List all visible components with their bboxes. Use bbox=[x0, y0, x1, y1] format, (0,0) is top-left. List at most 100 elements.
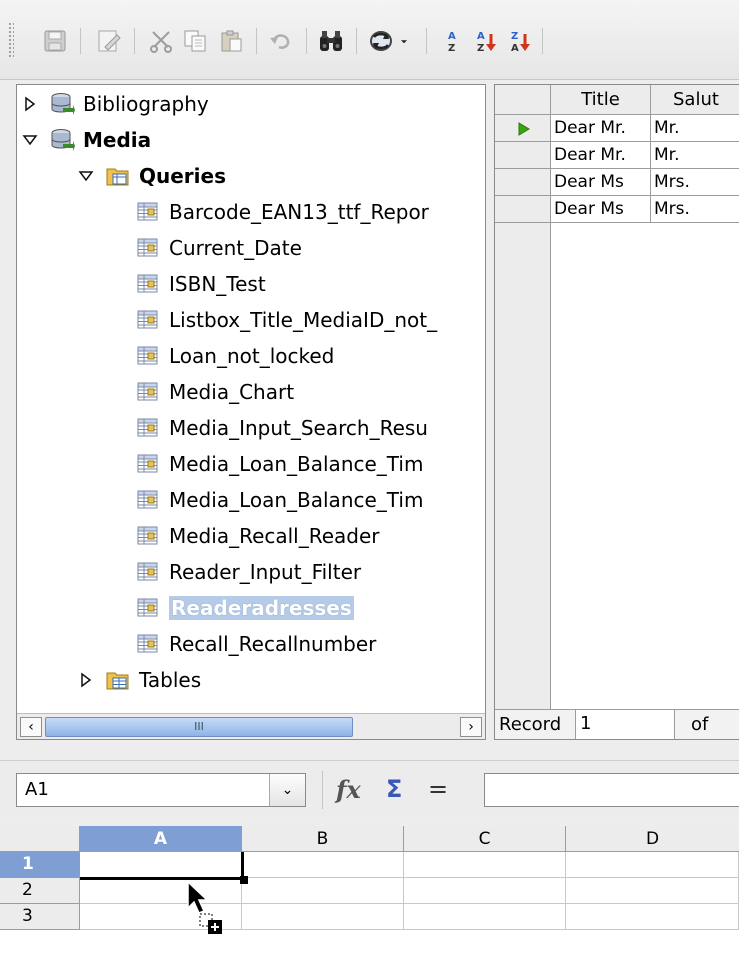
table-cell[interactable]: Mrs. bbox=[651, 196, 739, 223]
svg-text:A: A bbox=[511, 43, 519, 54]
scroll-thumb[interactable]: III bbox=[45, 717, 353, 737]
data-grid[interactable]: Title Salut Dear Mr. Mr. Dear Mr. Mr. Dear M… bbox=[494, 84, 739, 740]
data-source-tree[interactable]: Bibliography Media Queries Barcode_EAN13… bbox=[16, 84, 486, 740]
name-box[interactable]: A1 ⌄ bbox=[16, 773, 306, 807]
collapse-arrow-icon[interactable] bbox=[77, 167, 95, 185]
formula-input[interactable] bbox=[484, 773, 739, 807]
row-header-2[interactable]: 2 bbox=[0, 878, 80, 904]
table-cell[interactable]: Mr. bbox=[651, 115, 739, 142]
column-header-b[interactable]: B bbox=[242, 826, 404, 852]
edit-icon[interactable] bbox=[94, 26, 124, 56]
function-wizard-icon[interactable]: fx bbox=[336, 775, 361, 804]
row-selector[interactable] bbox=[495, 169, 551, 196]
svg-text:Z: Z bbox=[511, 31, 518, 42]
collapse-arrow-icon[interactable] bbox=[21, 131, 39, 149]
column-label: C bbox=[478, 828, 491, 849]
table-cell[interactable]: Mrs. bbox=[651, 169, 739, 196]
find-icon[interactable] bbox=[316, 26, 346, 56]
scroll-left-icon[interactable]: ‹ bbox=[20, 717, 42, 737]
row-label: 1 bbox=[22, 854, 34, 874]
tree-item-label: Listbox_Title_MediaID_not_ bbox=[169, 308, 438, 332]
tree-item-query[interactable]: Media_Chart bbox=[135, 375, 294, 409]
tree-item-query[interactable]: Recall_Recallnumber bbox=[135, 627, 376, 661]
tree-item-query[interactable]: Media_Loan_Balance_Tim bbox=[135, 447, 423, 481]
tree-item-query[interactable]: ISBN_Test bbox=[135, 267, 266, 301]
tree-item-query[interactable]: Current_Date bbox=[135, 231, 302, 265]
tree-item-query[interactable]: Reader_Input_Filter bbox=[135, 555, 361, 589]
current-record-icon bbox=[518, 122, 530, 136]
paste-icon[interactable] bbox=[216, 26, 246, 56]
dropdown-arrow-icon[interactable] bbox=[394, 26, 414, 56]
spreadsheet-grid[interactable]: A B C D 1 2 3 bbox=[0, 826, 739, 964]
of-label: of bbox=[691, 714, 709, 735]
tree-item-query[interactable]: Barcode_EAN13_ttf_Repor bbox=[135, 195, 429, 229]
table-folder-icon bbox=[105, 667, 131, 693]
row-selector[interactable] bbox=[495, 196, 551, 223]
toolbar-separator bbox=[356, 28, 357, 54]
column-header-a[interactable]: A bbox=[80, 826, 242, 852]
toolbar-separator bbox=[322, 771, 323, 809]
tree-item-label: Media_Input_Search_Resu bbox=[169, 416, 428, 440]
equals-icon[interactable]: = bbox=[428, 775, 448, 803]
sheet-cell[interactable] bbox=[566, 878, 739, 904]
copy-icon[interactable] bbox=[180, 26, 210, 56]
table-cell[interactable]: Mr. bbox=[651, 142, 739, 169]
tree-item-query[interactable]: Media_Loan_Balance_Tim bbox=[135, 483, 423, 517]
row-selector[interactable] bbox=[495, 142, 551, 169]
sort-icon[interactable]: AZ bbox=[438, 26, 468, 56]
query-icon bbox=[135, 415, 161, 441]
toolbar-grip[interactable] bbox=[8, 22, 14, 58]
row-selector[interactable] bbox=[495, 115, 551, 142]
table-cell[interactable]: Dear Mr. bbox=[551, 115, 651, 142]
column-header-title[interactable]: Title bbox=[551, 85, 651, 115]
cut-icon[interactable] bbox=[146, 26, 176, 56]
undo-icon[interactable] bbox=[266, 26, 296, 56]
tree-item-query[interactable]: Readeradresses bbox=[135, 591, 354, 625]
query-icon bbox=[135, 559, 161, 585]
sum-icon[interactable]: Σ bbox=[386, 775, 402, 803]
sheet-cell[interactable] bbox=[404, 878, 566, 904]
sheet-cell[interactable] bbox=[566, 904, 739, 930]
sort-ascending-icon[interactable]: AZ bbox=[472, 26, 502, 56]
table-cell[interactable]: Dear Ms bbox=[551, 169, 651, 196]
column-header-salutation[interactable]: Salut bbox=[651, 85, 739, 115]
sheet-cell[interactable] bbox=[404, 904, 566, 930]
sheet-corner[interactable] bbox=[0, 826, 80, 852]
record-number-field[interactable]: 1 bbox=[575, 710, 675, 739]
query-icon bbox=[135, 379, 161, 405]
column-header-c[interactable]: C bbox=[404, 826, 566, 852]
scroll-right-icon[interactable]: › bbox=[460, 717, 482, 737]
row-header-3[interactable]: 3 bbox=[0, 904, 80, 930]
sheet-cell[interactable] bbox=[566, 852, 739, 878]
active-cell-a1[interactable] bbox=[80, 852, 244, 880]
tree-item-query[interactable]: Loan_not_locked bbox=[135, 339, 334, 373]
table-cell[interactable]: Dear Ms bbox=[551, 196, 651, 223]
tree-item-query[interactable]: Listbox_Title_MediaID_not_ bbox=[135, 303, 437, 337]
sheet-cell[interactable] bbox=[242, 878, 404, 904]
tree-item-bibliography[interactable]: Bibliography bbox=[21, 87, 209, 121]
expand-arrow-icon[interactable] bbox=[21, 95, 39, 113]
chevron-down-icon[interactable]: ⌄ bbox=[269, 774, 305, 806]
tree-item-query[interactable]: Media_Recall_Reader bbox=[135, 519, 380, 553]
tree-item-queries[interactable]: Queries bbox=[77, 159, 226, 193]
sheet-cell[interactable] bbox=[242, 852, 404, 878]
save-icon[interactable] bbox=[40, 26, 70, 56]
column-header-label: Salut bbox=[673, 89, 719, 110]
query-icon bbox=[135, 307, 161, 333]
tree-item-query[interactable]: Media_Input_Search_Resu bbox=[135, 411, 428, 445]
tree-item-tables[interactable]: Tables bbox=[77, 663, 201, 697]
row-header-1[interactable]: 1 bbox=[0, 852, 80, 878]
refresh-icon[interactable] bbox=[366, 26, 396, 56]
expand-arrow-icon[interactable] bbox=[77, 671, 95, 689]
sort-descending-icon[interactable]: ZA bbox=[506, 26, 536, 56]
tree-item-label: Loan_not_locked bbox=[169, 344, 335, 368]
sheet-cell[interactable] bbox=[242, 904, 404, 930]
tree-item-media[interactable]: Media bbox=[21, 123, 151, 157]
table-cell[interactable]: Dear Mr. bbox=[551, 142, 651, 169]
sheet-cell[interactable] bbox=[404, 852, 566, 878]
fill-handle[interactable] bbox=[240, 876, 248, 884]
svg-text:A: A bbox=[477, 31, 485, 42]
horizontal-scrollbar[interactable]: ‹ III › bbox=[17, 713, 485, 739]
tree-item-label: Media_Loan_Balance_Tim bbox=[169, 488, 424, 512]
column-header-d[interactable]: D bbox=[566, 826, 739, 852]
